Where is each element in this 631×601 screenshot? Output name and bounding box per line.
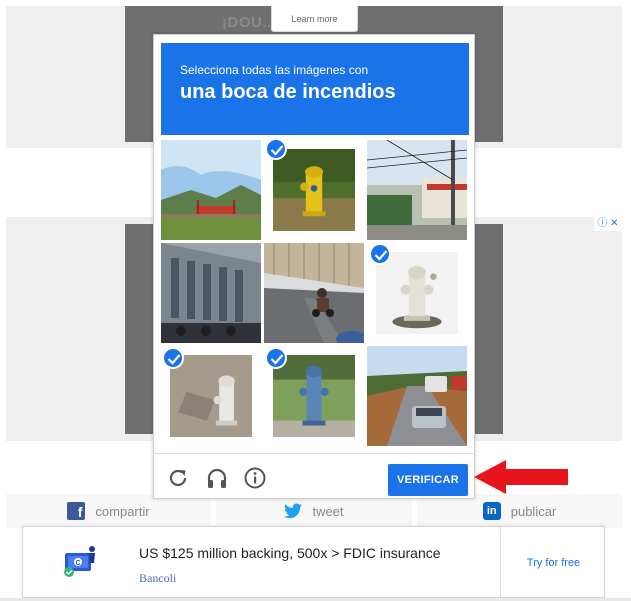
- captcha-instruction: Selecciona todas las imágenes con: [180, 63, 369, 77]
- bottom-ad-banner[interactable]: C US $125 million backing, 500x > FDIC i…: [22, 526, 606, 599]
- facebook-icon: f: [67, 502, 86, 520]
- red-arrow-annotation-icon: [474, 460, 568, 494]
- captcha-footer: VERIFICAR: [154, 453, 474, 499]
- share-twitter-button[interactable]: tweet: [216, 494, 412, 528]
- captcha-tile-3[interactable]: [367, 140, 467, 240]
- share-linkedin-button[interactable]: in publicar: [417, 494, 622, 528]
- linkedin-icon: in: [482, 502, 501, 520]
- bottom-ad-brand[interactable]: Bancoli: [139, 571, 176, 586]
- share-linkedin-label: publicar: [510, 503, 557, 519]
- captcha-dialog: Selecciona todas las imágenes con una bo…: [153, 34, 475, 499]
- try-for-free-button[interactable]: Try for free: [501, 527, 606, 599]
- captcha-header: Selecciona todas las imágenes con una bo…: [161, 43, 469, 135]
- captcha-tile-1[interactable]: [161, 140, 261, 240]
- captcha-tile-9[interactable]: [367, 346, 467, 446]
- headphones-icon[interactable]: [205, 466, 229, 490]
- page: ¡DOU... ...IÓ! Learn more ⓘ ✕ f comparti…: [0, 0, 631, 601]
- share-bar: f compartir tweet in publicar: [6, 494, 622, 528]
- tile-8-selected-check-icon: [265, 347, 287, 369]
- captcha-tile-4[interactable]: [161, 243, 261, 343]
- tile-2-selected-check-icon: [265, 138, 287, 160]
- captcha-target-object: una boca de incendios: [180, 81, 396, 103]
- info-icon[interactable]: [243, 466, 267, 490]
- share-twitter-label: tweet: [312, 503, 344, 519]
- share-facebook-button[interactable]: f compartir: [6, 494, 211, 528]
- adchoices-icon[interactable]: ⓘ ✕: [594, 217, 622, 231]
- bottom-ad-headline: US $125 million backing, 500x > FDIC ins…: [139, 545, 441, 561]
- tile-7-selected-check-icon: [162, 347, 184, 369]
- tile-6-selected-check-icon: [369, 243, 391, 265]
- twitter-icon: [284, 503, 303, 519]
- share-facebook-label: compartir: [95, 503, 150, 519]
- learn-more-link[interactable]: Learn more: [271, 6, 358, 32]
- svg-text:C: C: [75, 560, 80, 567]
- reload-icon[interactable]: [166, 466, 190, 490]
- captcha-tile-5[interactable]: [264, 243, 364, 343]
- bancoli-logo-icon: C: [64, 546, 95, 577]
- verify-button[interactable]: VERIFICAR: [388, 464, 468, 496]
